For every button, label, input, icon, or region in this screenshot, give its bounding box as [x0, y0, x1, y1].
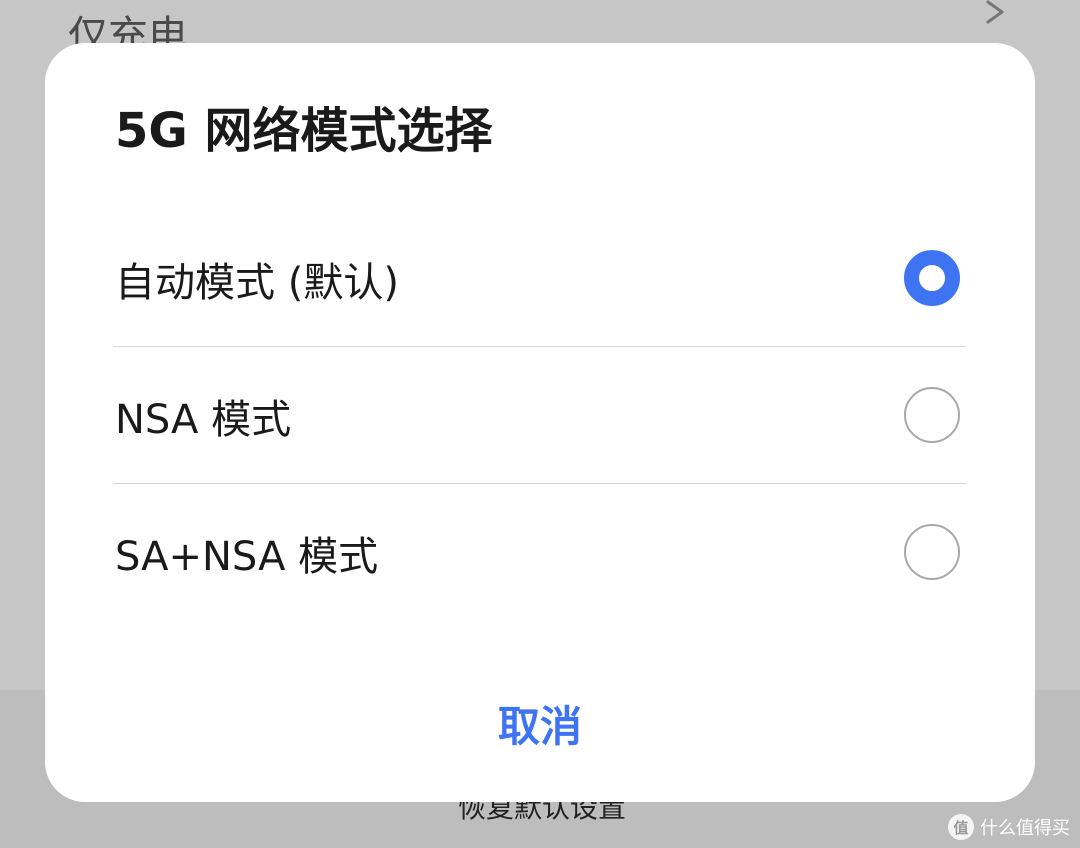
option-label: SA+NSA 模式: [115, 533, 379, 580]
option-sa-nsa-mode[interactable]: SA+NSA 模式: [113, 484, 966, 621]
option-auto-mode[interactable]: 自动模式 (默认): [113, 210, 966, 347]
radio-unchecked-icon[interactable]: [904, 524, 960, 580]
dialog-title: 5G 网络模式选择: [115, 103, 493, 159]
option-nsa-mode[interactable]: NSA 模式: [113, 347, 966, 484]
network-mode-dialog: 5G 网络模式选择 自动模式 (默认) NSA 模式 SA+NSA 模式 取消: [45, 43, 1035, 802]
watermark: 值 什么值得买: [948, 814, 1070, 840]
watermark-logo-icon: 值: [948, 814, 974, 840]
cancel-button[interactable]: 取消: [440, 683, 640, 763]
watermark-text: 什么值得买: [980, 818, 1070, 839]
option-label: NSA 模式: [115, 396, 292, 443]
radio-checked-icon[interactable]: [904, 250, 960, 306]
radio-unchecked-icon[interactable]: [904, 387, 960, 443]
option-label: 自动模式 (默认): [115, 259, 399, 306]
chevron-right-icon: [986, 0, 1004, 24]
